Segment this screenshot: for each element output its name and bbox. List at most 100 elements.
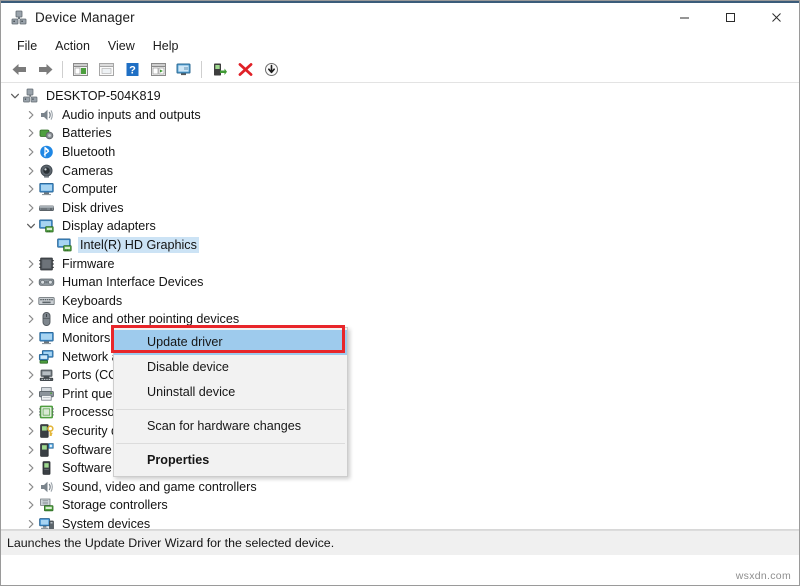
battery-icon bbox=[38, 125, 55, 141]
menu-action[interactable]: Action bbox=[46, 36, 99, 56]
chevron-right-icon[interactable] bbox=[23, 293, 38, 309]
software-component-icon bbox=[38, 442, 55, 458]
separator-1 bbox=[62, 61, 63, 78]
chevron-right-icon[interactable] bbox=[23, 144, 38, 160]
context-menu-separator bbox=[116, 409, 345, 410]
tree-item-8[interactable]: Firmware bbox=[1, 254, 799, 273]
tree-item-1[interactable]: Batteries bbox=[1, 124, 799, 143]
monitor-icon bbox=[38, 330, 55, 346]
chevron-right-icon[interactable] bbox=[23, 181, 38, 197]
window-title: Device Manager bbox=[35, 10, 135, 25]
chevron-right-icon[interactable] bbox=[23, 442, 38, 458]
tree-item-label: Intel(R) HD Graphics bbox=[78, 237, 199, 254]
window-controls bbox=[661, 1, 799, 33]
tree-item-20[interactable]: Sound, video and game controllers bbox=[1, 477, 799, 496]
chevron-right-icon[interactable] bbox=[23, 386, 38, 402]
scan-hardware-changes-icon[interactable] bbox=[171, 58, 197, 81]
svg-text:?: ? bbox=[129, 65, 136, 77]
menu-bar: File Action View Help bbox=[1, 35, 799, 57]
title-bar: Device Manager bbox=[1, 1, 799, 35]
help-icon[interactable]: ? bbox=[119, 58, 145, 81]
show-hide-console-tree-icon[interactable] bbox=[67, 58, 93, 81]
display-adapter-icon bbox=[56, 237, 73, 253]
properties-icon[interactable] bbox=[93, 58, 119, 81]
tree-item-9[interactable]: Human Interface Devices bbox=[1, 273, 799, 292]
tree-item-label: Human Interface Devices bbox=[62, 275, 204, 290]
bluetooth-icon bbox=[38, 144, 55, 160]
tree-item-label: Audio inputs and outputs bbox=[62, 107, 201, 122]
tree-item-5[interactable]: Disk drives bbox=[1, 199, 799, 218]
menu-file[interactable]: File bbox=[8, 36, 46, 56]
device-tree-panel[interactable]: DESKTOP-504K819 Audio inputs and outputs B… bbox=[1, 83, 799, 530]
context-menu-item-2[interactable]: Uninstall device bbox=[114, 380, 347, 405]
context-menu-item-1[interactable]: Disable device bbox=[114, 355, 347, 380]
chevron-right-icon[interactable] bbox=[23, 311, 38, 327]
chevron-right-icon[interactable] bbox=[23, 274, 38, 290]
tree-item-21[interactable]: Storage controllers bbox=[1, 496, 799, 515]
uninstall-device-icon[interactable] bbox=[232, 58, 258, 81]
chevron-right-icon[interactable] bbox=[23, 163, 38, 179]
chevron-right-icon[interactable] bbox=[23, 516, 38, 529]
tree-item-label: Batteries bbox=[62, 126, 112, 141]
context-menu-item-0[interactable]: Update driver bbox=[114, 330, 347, 355]
back-arrow-icon[interactable] bbox=[6, 58, 32, 81]
network-adapter-icon bbox=[38, 349, 55, 365]
chevron-right-icon[interactable] bbox=[23, 497, 38, 513]
context-menu-item-4[interactable]: Scan for hardware changes bbox=[114, 414, 347, 439]
tree-item-3[interactable]: Cameras bbox=[1, 161, 799, 180]
tree-item-label: System devices bbox=[62, 516, 151, 530]
update-driver-icon[interactable] bbox=[145, 58, 171, 81]
tree-item-label: Display adapters bbox=[62, 219, 156, 234]
chevron-right-icon[interactable] bbox=[23, 107, 38, 123]
maximize-button[interactable] bbox=[707, 1, 753, 33]
minimize-button[interactable] bbox=[661, 1, 707, 33]
chevron-right-icon[interactable] bbox=[23, 200, 38, 216]
tree-item-label: Storage controllers bbox=[62, 498, 168, 513]
chevron-right-icon[interactable] bbox=[23, 349, 38, 365]
disable-device-icon[interactable] bbox=[258, 58, 284, 81]
camera-icon bbox=[38, 163, 55, 179]
tree-item-7[interactable]: Intel(R) HD Graphics bbox=[1, 236, 799, 255]
menu-view[interactable]: View bbox=[99, 36, 144, 56]
tree-item-label: Cameras bbox=[62, 163, 114, 178]
tree-item-0[interactable]: Audio inputs and outputs bbox=[1, 106, 799, 125]
status-bar: Launches the Update Driver Wizard for th… bbox=[1, 530, 799, 555]
system-device-icon bbox=[38, 516, 55, 529]
tree-item-label: Sound, video and game controllers bbox=[62, 479, 257, 494]
chevron-right-icon[interactable] bbox=[23, 404, 38, 420]
chevron-right-icon[interactable] bbox=[23, 367, 38, 383]
context-menu-item-6[interactable]: Properties bbox=[114, 448, 347, 473]
chevron-right-icon[interactable] bbox=[23, 330, 38, 346]
port-icon bbox=[38, 367, 55, 383]
tree-item-22[interactable]: System devices bbox=[1, 515, 799, 530]
tree-item-4[interactable]: Computer bbox=[1, 180, 799, 199]
display-adapter-icon bbox=[38, 218, 55, 234]
keyboard-icon bbox=[38, 293, 55, 309]
firmware-icon bbox=[38, 256, 55, 272]
tree-item-label: Computer bbox=[62, 182, 118, 197]
tree-item-2[interactable]: Bluetooth bbox=[1, 143, 799, 162]
tree-root-row[interactable]: DESKTOP-504K819 bbox=[1, 87, 799, 106]
storage-controller-icon bbox=[38, 497, 55, 513]
tree-item-11[interactable]: Mice and other pointing devices bbox=[1, 310, 799, 329]
context-menu-separator bbox=[116, 443, 345, 444]
chevron-right-icon[interactable] bbox=[23, 479, 38, 495]
forward-arrow-icon[interactable] bbox=[32, 58, 58, 81]
chevron-right-icon[interactable] bbox=[23, 460, 38, 476]
toolbar: ? bbox=[1, 57, 799, 83]
chevron-right-icon[interactable] bbox=[23, 256, 38, 272]
device-manager-window: Device Manager File Action View Help ? D… bbox=[0, 0, 800, 586]
context-menu[interactable]: Update driver Disable device Uninstall dev… bbox=[113, 327, 348, 477]
chevron-right-icon[interactable] bbox=[23, 125, 38, 141]
enable-device-icon[interactable] bbox=[206, 58, 232, 81]
menu-help[interactable]: Help bbox=[144, 36, 188, 56]
close-button[interactable] bbox=[753, 1, 799, 33]
hid-icon bbox=[38, 274, 55, 290]
tree-item-10[interactable]: Keyboards bbox=[1, 292, 799, 311]
tree-item-6[interactable]: Display adapters bbox=[1, 217, 799, 236]
watermark: wsxdn.com bbox=[735, 570, 791, 582]
chevron-down-icon[interactable] bbox=[7, 88, 22, 104]
tree-item-label: Firmware bbox=[62, 256, 115, 271]
chevron-right-icon[interactable] bbox=[23, 423, 38, 439]
chevron-down-icon[interactable] bbox=[23, 218, 38, 234]
